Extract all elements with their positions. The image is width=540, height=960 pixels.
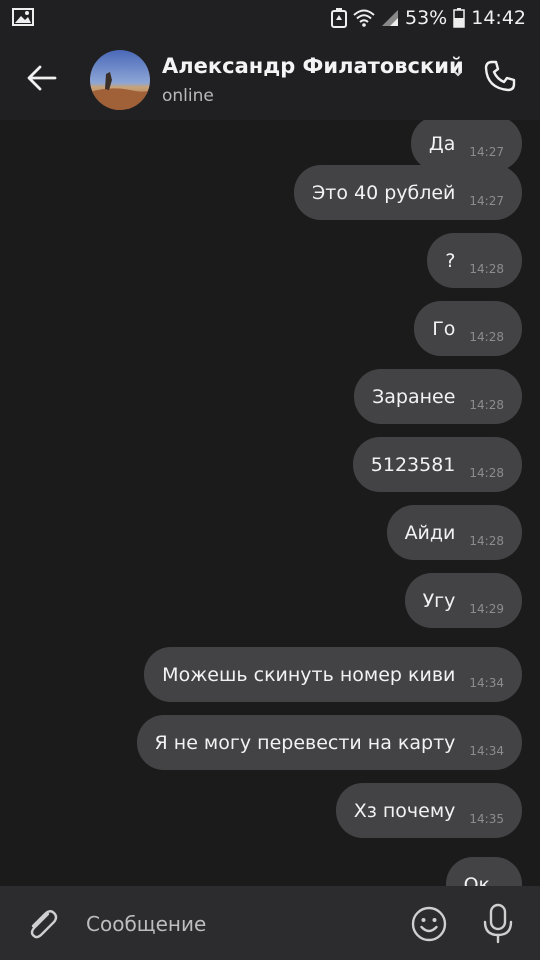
microphone-icon <box>478 903 518 948</box>
message-bubble[interactable]: Я не могу перевести на карту 14:34 <box>136 715 522 770</box>
message-time: 14:35 <box>469 811 504 826</box>
message-text: Хз почему <box>353 799 456 822</box>
message-list[interactable]: Да 14:27 Это 40 рублей 14:27 ? 14:28 Го … <box>0 120 540 886</box>
battery-icon <box>453 8 465 28</box>
contact-avatar[interactable] <box>90 50 150 110</box>
message-text: 5123581 <box>370 453 456 476</box>
message-time: 14:28 <box>469 465 504 480</box>
message-bubble[interactable]: Можешь скинуть номер киви 14:34 <box>144 647 522 702</box>
message-time: 14:28 <box>469 261 504 276</box>
voice-record-button[interactable] <box>478 902 518 944</box>
message-time: 14:28 <box>469 397 504 412</box>
message-bubble[interactable]: Да 14:27 <box>410 120 522 171</box>
message-text: Го <box>432 317 456 340</box>
call-button[interactable] <box>480 58 520 98</box>
message-text: Айди <box>404 521 456 544</box>
battery-percent: 53% <box>405 7 448 29</box>
message-time: 14:27 <box>469 193 504 208</box>
message-bubble[interactable]: Это 40 рублей 14:27 <box>293 165 522 220</box>
wifi-icon <box>353 9 375 27</box>
message-text: Да <box>428 132 456 155</box>
message-time: 14:28 <box>469 329 504 344</box>
message-text: Ок <box>463 873 490 887</box>
signal-icon <box>381 9 399 27</box>
status-icons: 53% 14:42 <box>331 0 526 36</box>
back-arrow-icon <box>27 65 57 95</box>
smiley-icon <box>409 906 449 948</box>
phone-icon <box>483 59 517 97</box>
message-text: ? <box>445 249 456 272</box>
message-text: Это 40 рублей <box>311 181 456 204</box>
message-time: 14:34 <box>469 675 504 690</box>
back-button[interactable] <box>22 60 62 100</box>
message-composer <box>0 886 540 960</box>
message-bubble[interactable]: 5123581 14:28 <box>352 437 522 492</box>
message-time: 14:29 <box>469 601 504 616</box>
attach-button[interactable] <box>22 904 62 944</box>
message-bubble[interactable]: ? 14:28 <box>427 233 522 288</box>
chat-header: Александр Филатовский online <box>0 36 540 120</box>
paperclip-icon <box>22 910 62 948</box>
message-bubble[interactable]: Го 14:28 <box>414 301 522 356</box>
message-time: 14:27 <box>469 144 504 159</box>
chevron-down-icon[interactable] <box>452 64 464 77</box>
emoji-button[interactable] <box>409 904 449 944</box>
message-input[interactable] <box>86 904 386 944</box>
recycle-icon <box>331 8 347 28</box>
contact-status: online <box>162 86 214 106</box>
image-icon <box>12 8 34 26</box>
message-text: Я не могу перевести на карту <box>154 731 456 754</box>
message-time: 14:34 <box>469 743 504 758</box>
message-bubble[interactable]: Угу 14:29 <box>404 573 522 628</box>
message-time: 14:28 <box>469 533 504 548</box>
message-bubble[interactable]: Айди 14:28 <box>386 505 522 560</box>
message-bubble[interactable]: Заранее 14:28 <box>354 369 522 424</box>
contact-name[interactable]: Александр Филатовский <box>162 54 464 78</box>
clock: 14:42 <box>471 7 526 29</box>
message-text: Угу <box>422 589 456 612</box>
status-bar: 53% 14:42 <box>0 0 540 36</box>
message-text: Заранее <box>372 385 456 408</box>
message-text: Можешь скинуть номер киви <box>162 663 456 686</box>
message-bubble[interactable]: Ок <box>445 857 522 887</box>
message-bubble[interactable]: Хз почему 14:35 <box>335 783 522 838</box>
